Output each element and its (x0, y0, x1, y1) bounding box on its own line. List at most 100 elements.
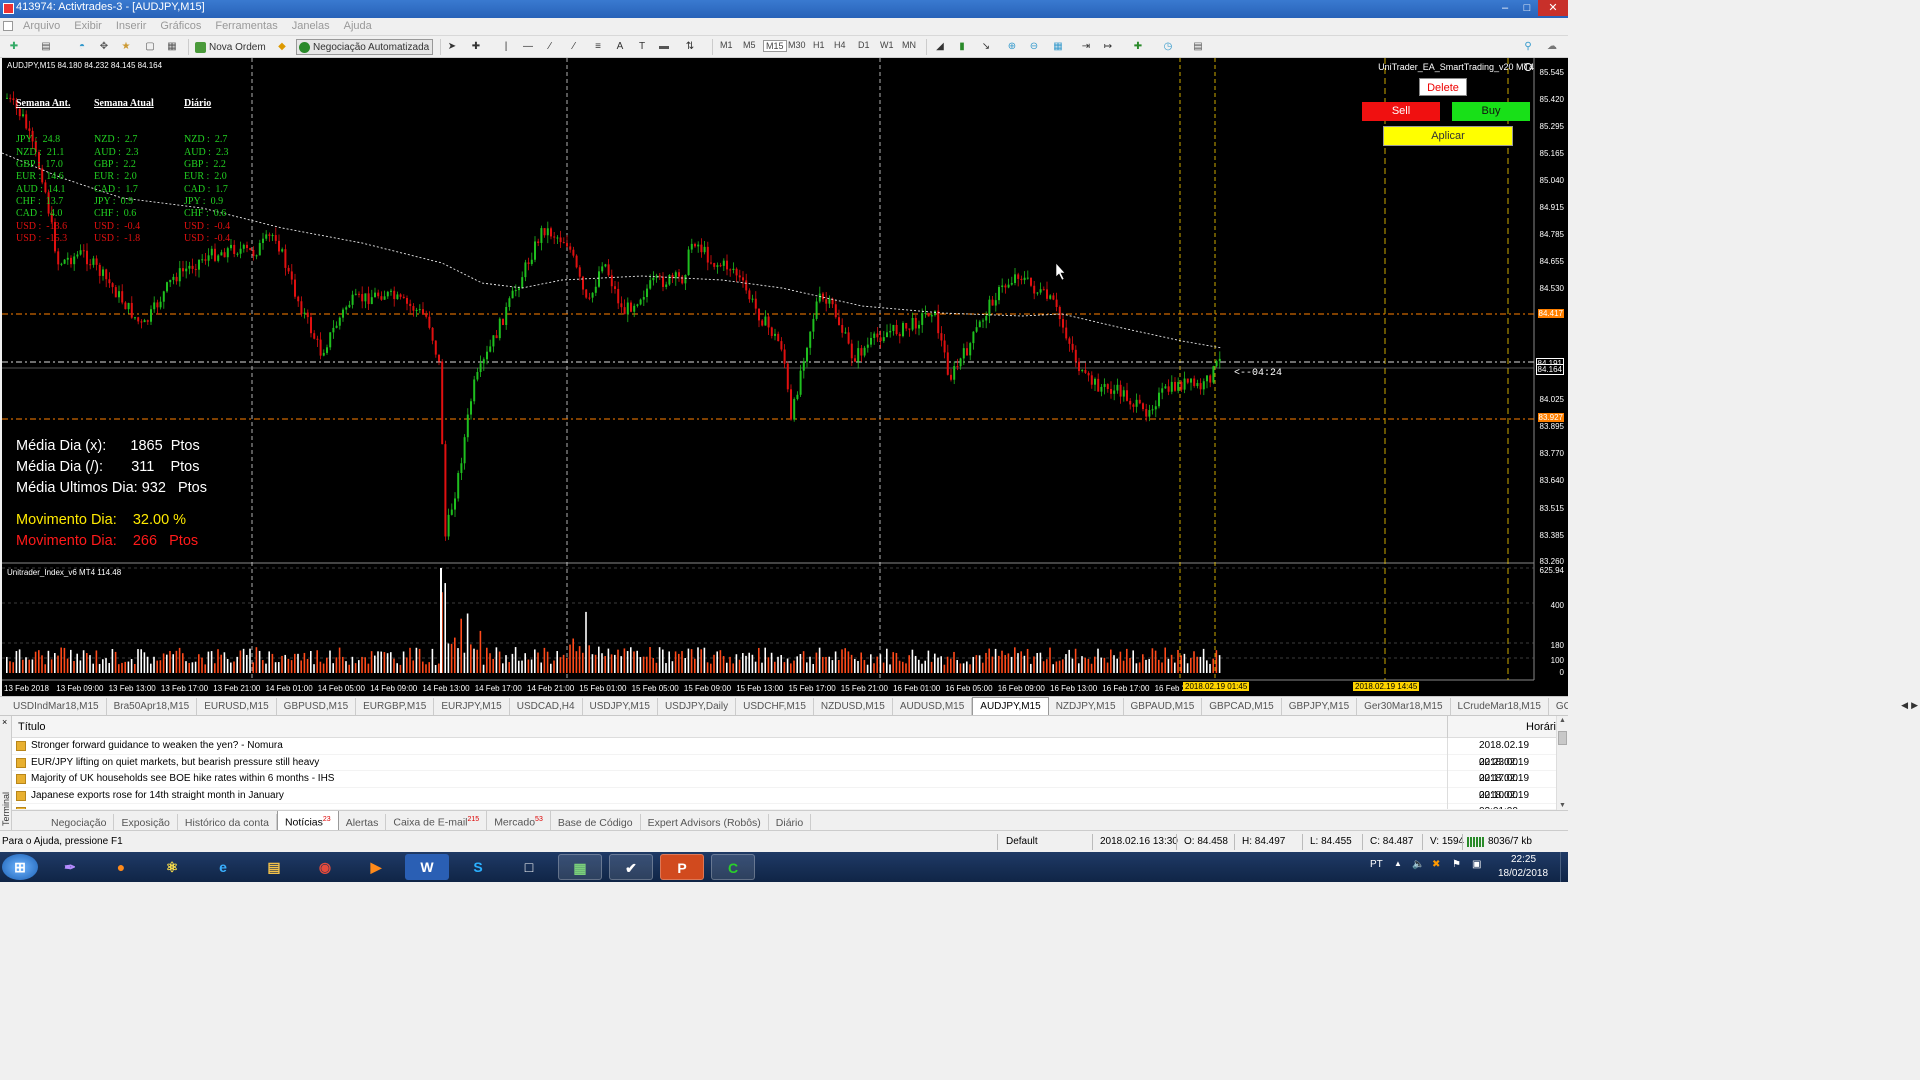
horizontal-line-icon[interactable]: — (520, 39, 536, 55)
start-orb-icon[interactable]: ⊞ (2, 854, 38, 880)
auto-trading-button[interactable]: Negociação Automatizada (296, 39, 434, 55)
symbol-tab[interactable]: USDCAD,H4 (510, 698, 583, 715)
tray-expand-icon[interactable]: ▲ (1394, 859, 1402, 868)
zoom-in-icon[interactable]: ⊕ (1004, 39, 1020, 55)
tf-h1-button[interactable]: H1 (813, 40, 825, 50)
tf-d1-button[interactable]: D1 (858, 40, 870, 50)
indicators-icon[interactable]: ✚ (1130, 39, 1146, 55)
pen-app-icon[interactable]: ✒ (48, 854, 92, 880)
tf-m5-button[interactable]: M5 (743, 40, 756, 50)
menu-janelas[interactable]: Janelas (285, 18, 337, 35)
volume-icon[interactable]: 🔈 (1412, 859, 1424, 870)
clock-time[interactable]: 22:25 (1511, 854, 1536, 865)
tile-windows-icon[interactable]: ▦ (1050, 39, 1066, 55)
symbol-tab[interactable]: NZDUSD,M15 (814, 698, 893, 715)
vertical-line-icon[interactable]: | (498, 39, 514, 55)
channel-icon[interactable]: ⁄ (566, 39, 582, 55)
symbol-tab[interactable]: Bra50Apr18,M15 (107, 698, 198, 715)
terminal-tab[interactable]: Mercado53 (487, 811, 551, 832)
symbol-tab[interactable]: NZDJPY,M15 (1049, 698, 1124, 715)
symbol-tab[interactable]: AUDJPY,M15 (972, 697, 1049, 715)
news-row[interactable]: Japanese exports rose for 14th straight … (12, 787, 1556, 821)
data-window-icon[interactable]: ★ (118, 39, 134, 55)
terminal-icon[interactable]: ▢ (142, 39, 158, 55)
show-desktop-button[interactable] (1560, 852, 1568, 882)
firefox-icon[interactable]: ● (99, 854, 143, 880)
new-order-button[interactable]: Nova Ordem (192, 39, 270, 55)
fibonacci-icon[interactable]: ≡ (590, 39, 606, 55)
photo-app-icon[interactable]: ▦ (558, 854, 602, 880)
templates-icon[interactable]: ▤ (1190, 39, 1206, 55)
chart-window[interactable]: AUDJPY,M15 84.180 84.232 84.145 84.164 S… (2, 58, 1568, 696)
buy-button[interactable]: Buy (1452, 102, 1530, 121)
word-icon[interactable]: W (405, 854, 449, 880)
text-tool-icon[interactable]: A (612, 39, 628, 55)
terminal-tab[interactable]: Caixa de E-mail215 (386, 811, 488, 832)
terminal-tab[interactable]: Alertas (339, 813, 387, 832)
symbol-tab[interactable]: Ger30Mar18,M15 (1357, 698, 1451, 715)
rectangle-icon[interactable]: ▬ (656, 39, 672, 55)
tray-language[interactable]: PT (1370, 859, 1383, 870)
tf-m1-button[interactable]: M1 (720, 40, 733, 50)
symbol-tab[interactable]: GBPJPY,M15 (1282, 698, 1358, 715)
tf-m15-button[interactable]: M15 (763, 40, 787, 52)
minimize-button[interactable]: – (1494, 0, 1516, 16)
symbol-tab[interactable]: USDJPY,M15 (583, 698, 658, 715)
col-title-header[interactable]: Título (18, 721, 46, 733)
news-row[interactable]: EUR/JPY lifting on quiet markets, but be… (12, 754, 1556, 788)
status-profile[interactable]: Default (1006, 836, 1038, 847)
menu-ajuda[interactable]: Ajuda (337, 18, 379, 35)
symbol-tab[interactable]: LCrudeMar18,M15 (1451, 698, 1549, 715)
tabs-scroll-right-icon[interactable]: ▶ (1911, 700, 1918, 711)
autoscroll-icon[interactable]: ↦ (1100, 39, 1116, 55)
arrows-icon[interactable]: ⇅ (682, 39, 698, 55)
tray-app-icon[interactable]: ✖ (1432, 859, 1440, 870)
strategy-tester-icon[interactable]: ▦ (164, 39, 180, 55)
check-app-icon[interactable]: ✔ (609, 854, 653, 880)
terminal-scrollbar[interactable]: ▲ ▼ (1556, 716, 1568, 810)
tf-h4-button[interactable]: H4 (834, 40, 846, 50)
news-row[interactable]: Majority of UK households see BOE hike r… (12, 771, 1556, 804)
profiles-icon[interactable]: ▤ (38, 39, 54, 55)
terminal-tab[interactable]: Expert Advisors (Robôs) (641, 813, 769, 832)
maximize-button[interactable]: □ (1516, 0, 1538, 16)
tf-m30-button[interactable]: M30 (788, 40, 806, 50)
candlestick-icon[interactable]: ▮ (954, 39, 970, 55)
tf-mn-button[interactable]: MN (902, 40, 916, 50)
terminal-tab[interactable]: Exposição (114, 813, 178, 832)
file-explorer-icon[interactable]: ▤ (252, 854, 296, 880)
zoom-out-icon[interactable]: ⊖ (1026, 39, 1042, 55)
menu-inserir[interactable]: Inserir (109, 18, 154, 35)
tabs-scroll-left-icon[interactable]: ◀ (1901, 700, 1908, 711)
symbol-tab[interactable]: AUDUSD,M15 (893, 698, 973, 715)
symbol-tab[interactable]: GBPUSD,M15 (277, 698, 357, 715)
network-icon[interactable]: ▣ (1472, 859, 1481, 870)
media-player-icon[interactable]: ▶ (354, 854, 398, 880)
network-app-icon[interactable]: ⚛ (150, 854, 194, 880)
terminal-tab[interactable]: Diário (769, 813, 812, 832)
mt4-icon[interactable]: C (711, 854, 755, 880)
menu-arquivo[interactable]: Arquivo (16, 18, 67, 35)
sell-button[interactable]: Sell (1362, 102, 1440, 121)
delete-button[interactable]: Delete (1419, 78, 1467, 96)
symbol-tab[interactable]: GBPAUD,M15 (1124, 698, 1203, 715)
chart-window-icon[interactable] (3, 21, 13, 31)
menu-graficos[interactable]: Gráficos (153, 18, 208, 35)
periods-icon[interactable]: ◷ (1160, 39, 1176, 55)
clock-date[interactable]: 18/02/2018 (1498, 868, 1548, 879)
internet-explorer-icon[interactable]: e (201, 854, 245, 880)
crosshair-icon[interactable]: ✚ (468, 39, 484, 55)
cursor-icon[interactable]: ➤ (444, 39, 460, 55)
skype-icon[interactable]: S (456, 854, 500, 880)
flag-icon[interactable]: ⚑ (1452, 859, 1461, 870)
terminal-tab[interactable]: Base de Código (551, 813, 641, 832)
new-chart-icon[interactable]: ✚ (6, 39, 22, 55)
close-button[interactable]: ✕ (1538, 0, 1568, 16)
symbol-tab[interactable]: GOLI (1549, 698, 1568, 715)
news-row[interactable]: Stronger forward guidance to weaken the … (12, 738, 1556, 771)
market-watch-icon[interactable]: ◓ (74, 39, 90, 55)
bar-chart-icon[interactable]: ◢ (932, 39, 948, 55)
metaeditor-icon[interactable]: ◆ (274, 39, 290, 55)
powerpoint-icon[interactable]: P (660, 854, 704, 880)
menu-exibir[interactable]: Exibir (67, 18, 109, 35)
